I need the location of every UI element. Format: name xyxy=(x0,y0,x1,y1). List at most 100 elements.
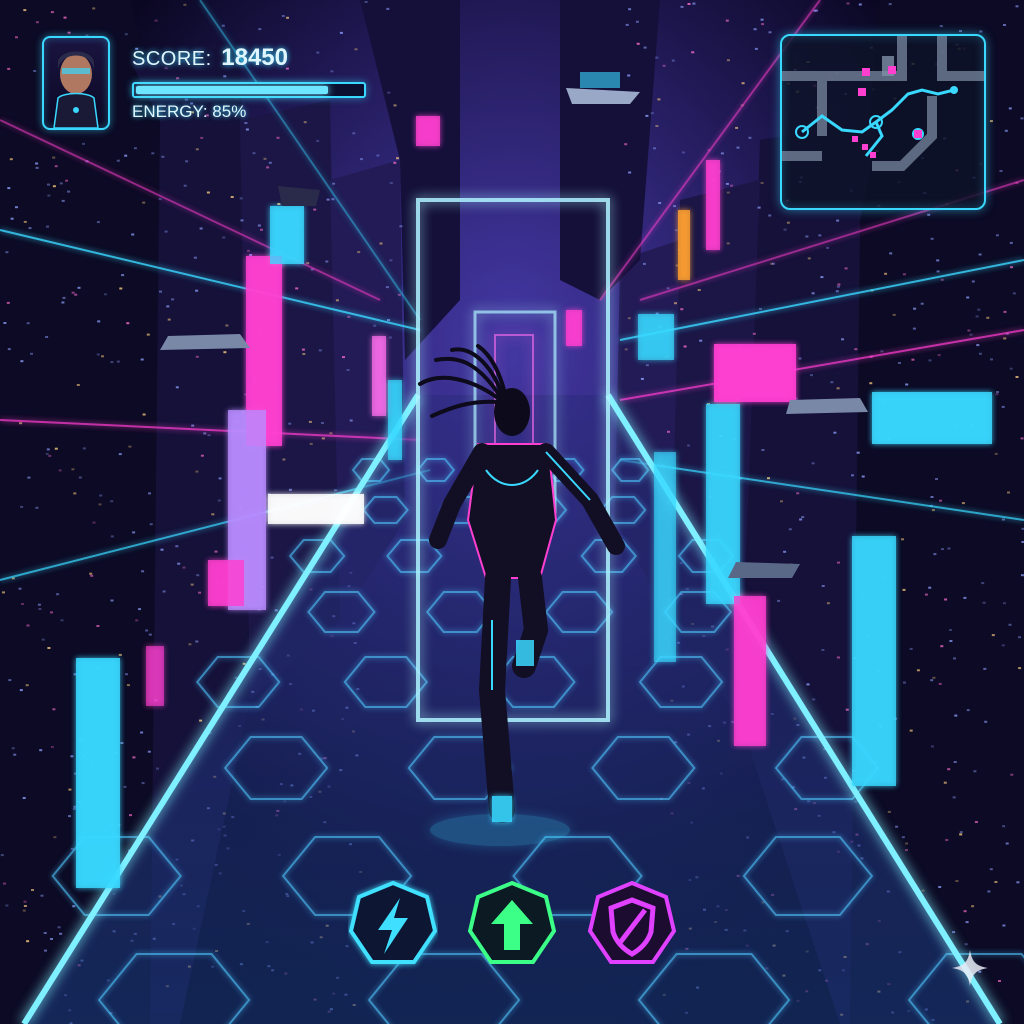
window-light xyxy=(19,422,23,425)
window-light xyxy=(110,500,114,503)
window-light xyxy=(193,256,197,259)
window-light xyxy=(393,161,397,164)
window-light xyxy=(933,553,937,556)
window-light xyxy=(880,350,884,353)
window-light xyxy=(56,593,60,596)
window-light xyxy=(955,880,959,882)
jump-ability-button[interactable] xyxy=(467,880,557,970)
window-light xyxy=(316,139,320,142)
window-light xyxy=(59,182,63,185)
window-light xyxy=(730,184,734,187)
shield-icon xyxy=(587,880,677,964)
window-light xyxy=(987,890,991,893)
window-light xyxy=(354,48,358,51)
dash-ability-button[interactable] xyxy=(348,880,438,970)
window-light xyxy=(851,474,854,477)
window-light xyxy=(116,360,120,363)
window-light xyxy=(302,353,306,355)
window-light xyxy=(196,574,200,577)
window-light xyxy=(912,327,916,330)
window-light xyxy=(901,538,904,541)
window-light xyxy=(939,499,942,502)
window-light xyxy=(752,332,756,335)
window-light xyxy=(25,684,29,687)
window-light xyxy=(379,242,383,245)
window-light xyxy=(965,921,969,924)
window-light xyxy=(154,19,158,22)
window-light xyxy=(768,214,772,217)
window-light xyxy=(959,831,963,834)
window-light xyxy=(223,351,227,354)
window-light xyxy=(1012,292,1016,295)
minimap[interactable] xyxy=(780,34,986,210)
window-light xyxy=(9,158,13,161)
window-light xyxy=(199,227,203,230)
window-light xyxy=(667,430,670,433)
window-light xyxy=(1005,842,1009,845)
window-light xyxy=(308,420,312,423)
window-light xyxy=(62,296,66,299)
window-light xyxy=(188,643,192,646)
window-light xyxy=(23,9,27,12)
window-light xyxy=(974,821,978,823)
window-light xyxy=(1016,881,1020,884)
window-light xyxy=(156,767,159,770)
window-light xyxy=(991,634,995,637)
shield-ability-button[interactable] xyxy=(587,880,677,970)
window-light xyxy=(33,70,37,72)
window-light xyxy=(760,18,764,21)
window-light xyxy=(321,422,324,424)
window-light xyxy=(640,377,644,380)
window-light xyxy=(1004,129,1008,132)
window-light xyxy=(41,638,45,641)
window-light xyxy=(200,136,204,139)
window-light xyxy=(628,8,632,11)
window-light xyxy=(761,23,765,26)
window-light xyxy=(902,681,906,684)
window-light xyxy=(48,454,52,457)
window-light xyxy=(858,3,862,6)
window-light xyxy=(206,191,210,194)
window-light xyxy=(683,345,687,348)
window-light xyxy=(396,157,399,160)
window-light xyxy=(959,833,963,836)
window-light xyxy=(937,354,941,357)
window-light xyxy=(833,431,837,434)
window-light xyxy=(89,572,93,575)
window-light xyxy=(357,251,361,254)
window-light xyxy=(952,796,956,799)
window-light xyxy=(101,355,104,358)
window-light xyxy=(38,608,42,610)
window-light xyxy=(245,128,249,131)
window-light xyxy=(288,488,292,491)
window-light xyxy=(1020,574,1024,577)
window-light xyxy=(164,230,168,233)
window-light xyxy=(92,521,96,524)
window-light xyxy=(990,358,993,361)
window-light xyxy=(812,698,816,701)
window-light xyxy=(349,419,353,422)
window-light xyxy=(726,191,730,194)
window-light xyxy=(258,28,262,31)
window-light xyxy=(182,566,186,569)
score-value: 18450 xyxy=(221,44,288,71)
window-light xyxy=(131,233,135,236)
window-light xyxy=(386,7,390,10)
window-light xyxy=(145,629,149,632)
window-light xyxy=(78,476,82,479)
window-light xyxy=(901,836,905,839)
window-light xyxy=(316,51,320,54)
window-light xyxy=(110,599,114,602)
window-light xyxy=(68,788,72,791)
window-light xyxy=(624,348,628,351)
window-light xyxy=(653,147,656,150)
window-light xyxy=(856,451,860,454)
window-light xyxy=(225,324,229,327)
window-light xyxy=(90,574,94,577)
window-light xyxy=(8,679,12,682)
window-light xyxy=(195,148,199,151)
window-light xyxy=(124,154,128,157)
window-light xyxy=(35,21,39,24)
window-light xyxy=(281,15,285,17)
window-light xyxy=(110,535,114,538)
